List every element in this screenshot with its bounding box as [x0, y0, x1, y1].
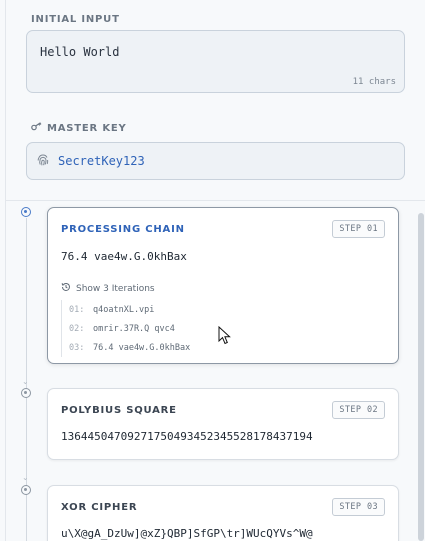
show-iterations-toggle[interactable]: Show 3 Iterations	[61, 282, 155, 295]
chevron-down-icon: ⌄	[22, 377, 29, 386]
chevron-down-icon: ⌄	[22, 473, 29, 482]
iteration-text: omrir.37R.Q qvc4	[93, 323, 175, 334]
step-output: u\X@gA_DzUw]@xZ}QBP]SfGP\tr]WUcQYVs^W@	[61, 527, 313, 540]
iteration-row: 03: 76.4 vae4w.G.0khBax	[69, 338, 261, 357]
master-key-field[interactable]: SecretKey123	[26, 142, 405, 180]
iteration-row: 02: omrir.37R.Q qvc4	[69, 319, 261, 338]
step-title: PROCESSING CHAIN	[61, 224, 185, 235]
history-icon	[61, 282, 71, 295]
iteration-text: 76.4 vae4w.G.0khBax	[93, 342, 191, 353]
step-output: 13644504709271750493452345528178437194	[61, 430, 313, 443]
master-key-label: MASTER KEY	[47, 122, 127, 134]
char-count: 11 chars	[352, 77, 396, 87]
master-key-label-row: MASTER KEY	[31, 122, 127, 134]
initial-input-field[interactable]: Hello World 11 chars	[26, 30, 405, 93]
iteration-text: q4oatnXL.vpi	[93, 304, 155, 315]
step-title: XOR CIPHER	[61, 502, 138, 513]
initial-input-value[interactable]: Hello World	[40, 45, 119, 59]
key-icon	[31, 122, 42, 134]
master-key-value[interactable]: SecretKey123	[58, 154, 145, 168]
step-badge: STEP 01	[332, 220, 385, 238]
iteration-number: 01:	[69, 304, 85, 315]
step-badge: STEP 02	[332, 401, 385, 419]
iteration-row: 01: q4oatnXL.vpi	[69, 300, 261, 319]
step-title: POLYBIUS SQUARE	[61, 405, 177, 416]
timeline-dot-step-2	[21, 388, 31, 398]
mouse-cursor	[218, 325, 231, 349]
cipher-panel: INITIAL INPUT Hello World 11 chars MASTE…	[0, 0, 425, 541]
step-output: 76.4 vae4w.G.0khBax	[61, 250, 187, 263]
initial-input-label: INITIAL INPUT	[31, 14, 120, 25]
left-border	[5, 0, 6, 541]
timeline-dot-step-3	[21, 485, 31, 495]
timeline-dot-step-1	[21, 207, 31, 217]
step-badge: STEP 03	[332, 498, 385, 516]
section-divider	[5, 200, 425, 201]
step-card-xor-cipher[interactable]: XOR CIPHER STEP 03 u\X@gA_DzUw]@xZ}QBP]S…	[47, 485, 399, 541]
iteration-number: 03:	[69, 342, 85, 353]
step-card-polybius-square[interactable]: POLYBIUS SQUARE STEP 02 1364450470927175…	[47, 388, 399, 460]
iterations-list: 01: q4oatnXL.vpi 02: omrir.37R.Q qvc4 03…	[61, 300, 261, 357]
iteration-number: 02:	[69, 323, 85, 334]
show-iterations-label: Show 3 Iterations	[76, 283, 155, 294]
fingerprint-icon	[36, 152, 50, 171]
scrollbar[interactable]	[418, 213, 424, 541]
